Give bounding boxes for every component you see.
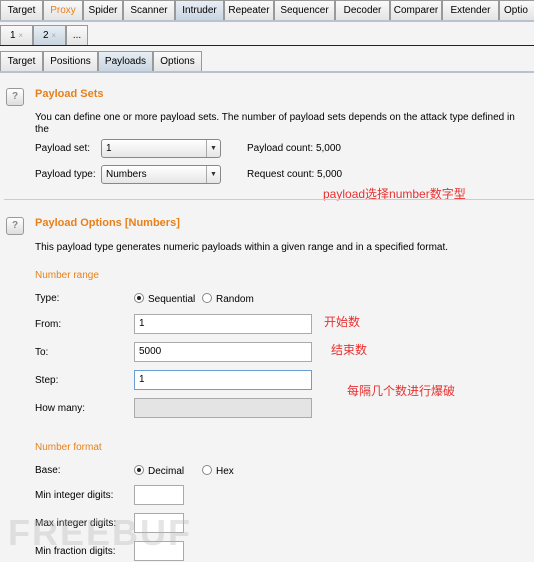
attack-tab-1[interactable]: 1 × xyxy=(0,25,33,45)
divider xyxy=(4,199,534,200)
number-format-heading: Number format xyxy=(35,442,102,453)
radio-label: Decimal xyxy=(148,466,185,477)
payload-type-select[interactable]: Numbers ▼ xyxy=(101,165,221,184)
number-range-heading: Number range xyxy=(35,270,99,281)
subtab-positions[interactable]: Positions xyxy=(43,51,98,71)
step-label: Step: xyxy=(35,375,59,386)
step-input[interactable]: 1 xyxy=(134,370,312,390)
chevron-down-icon: ▼ xyxy=(206,140,220,157)
subtab-options[interactable]: Options xyxy=(153,51,202,71)
attack-tabs: 1 × 2 × ... xyxy=(0,25,88,45)
tab-spider[interactable]: Spider xyxy=(83,0,123,20)
divider xyxy=(0,45,534,46)
subtab-payloads[interactable]: Payloads xyxy=(98,51,153,71)
request-count: Request count: 5,000 xyxy=(247,169,342,180)
tab-sequencer[interactable]: Sequencer xyxy=(274,0,335,20)
request-count-label: Request count: xyxy=(247,169,315,180)
selected-value: 1 xyxy=(106,143,112,154)
attack-tab-label: 1 xyxy=(9,30,16,41)
payload-count: Payload count: 5,000 xyxy=(247,143,341,154)
payload-type-label: Payload type: xyxy=(35,169,96,180)
how-many-label: How many: xyxy=(35,403,86,414)
random-radio[interactable]: Random xyxy=(202,293,254,305)
radio-label: Random xyxy=(216,294,254,305)
tab-proxy[interactable]: Proxy xyxy=(43,0,83,20)
to-label: To: xyxy=(35,347,49,358)
help-icon[interactable]: ? xyxy=(6,217,24,235)
radio-label: Hex xyxy=(216,466,234,477)
radio-label: Sequential xyxy=(148,294,196,305)
annotation-step: 每隔几个数进行爆破 xyxy=(347,384,456,398)
min-integer-input[interactable] xyxy=(134,485,184,505)
help-icon[interactable]: ? xyxy=(6,88,24,106)
watermark: FREEBUF xyxy=(8,512,192,553)
chevron-down-icon: ▼ xyxy=(206,166,220,183)
tab-repeater[interactable]: Repeater xyxy=(224,0,274,20)
tab-comparer[interactable]: Comparer xyxy=(390,0,442,20)
radio-icon xyxy=(202,465,212,475)
radio-icon xyxy=(134,293,144,303)
subtab-target[interactable]: Target xyxy=(0,51,43,71)
section-title: Payload Sets xyxy=(35,88,104,100)
tab-target[interactable]: Target xyxy=(0,0,43,20)
section-description: This payload type generates numeric payl… xyxy=(35,242,449,253)
sequential-radio[interactable]: Sequential xyxy=(134,293,195,305)
sub-tabs: Target Positions Payloads Options xyxy=(0,51,202,71)
payload-count-value: 5,000 xyxy=(315,143,341,154)
section-title: Payload Options [Numbers] xyxy=(35,217,180,229)
tab-options[interactable]: Optio xyxy=(499,0,534,20)
payload-set-select[interactable]: 1 ▼ xyxy=(101,139,221,158)
payload-count-label: Payload count: xyxy=(247,143,314,154)
tab-extender[interactable]: Extender xyxy=(442,0,499,20)
to-input[interactable]: 5000 xyxy=(134,342,312,362)
attack-tab-label: 2 xyxy=(42,30,49,41)
annotation-from: 开始数 xyxy=(324,315,361,329)
how-many-input xyxy=(134,398,312,418)
tab-decoder[interactable]: Decoder xyxy=(335,0,390,20)
annotation-to: 结束数 xyxy=(331,343,368,357)
payload-set-label: Payload set: xyxy=(35,143,91,154)
decimal-radio[interactable]: Decimal xyxy=(134,465,184,477)
selected-value: Numbers xyxy=(106,169,147,180)
from-input[interactable]: 1 xyxy=(134,314,312,334)
close-icon[interactable]: × xyxy=(18,31,23,40)
main-tabs: Target Proxy Spider Scanner Intruder Rep… xyxy=(0,0,534,20)
tab-intruder[interactable]: Intruder xyxy=(175,0,224,20)
from-label: From: xyxy=(35,319,62,330)
type-label: Type: xyxy=(35,293,60,304)
attack-tab-2[interactable]: 2 × xyxy=(33,25,66,45)
close-icon[interactable]: × xyxy=(51,31,56,40)
tab-scanner[interactable]: Scanner xyxy=(123,0,175,20)
radio-icon xyxy=(134,465,144,475)
section-description: You can define one or more payload sets.… xyxy=(35,112,515,135)
base-label: Base: xyxy=(35,465,61,476)
divider xyxy=(0,20,534,22)
divider xyxy=(0,71,534,73)
min-integer-label: Min integer digits: xyxy=(35,490,114,501)
hex-radio[interactable]: Hex xyxy=(202,465,234,477)
new-attack-tab[interactable]: ... xyxy=(66,25,88,45)
radio-icon xyxy=(202,293,212,303)
request-count-value: 5,000 xyxy=(317,169,343,180)
